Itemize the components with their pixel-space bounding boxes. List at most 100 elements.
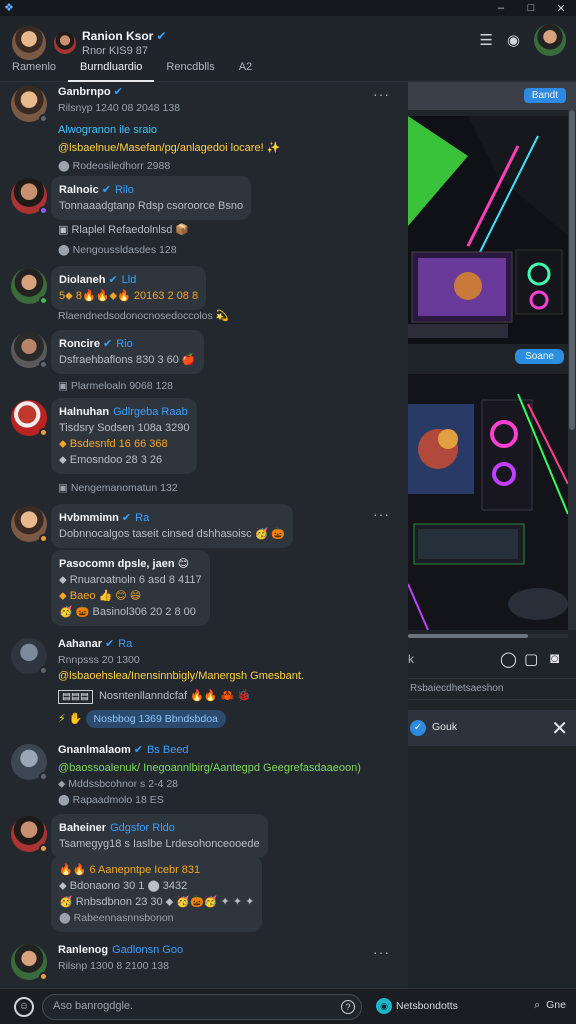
avatar[interactable] <box>11 178 48 215</box>
message-reaction[interactable]: ⬤ Nengoussldasdes 128 <box>58 242 189 258</box>
menu-icon[interactable]: ☰ <box>479 31 492 49</box>
chat-action-label: Gne <box>546 999 566 1011</box>
maximize-button[interactable]: □ <box>516 2 546 15</box>
header-user-name: Ranion Ksor <box>82 29 154 43</box>
message-author[interactable]: Ganbrnpo <box>58 86 111 98</box>
verified-icon: ✔ <box>101 184 111 196</box>
send-button[interactable]: ◉ Netsbondotts <box>376 998 458 1014</box>
message-author[interactable]: Hvbmmimn <box>59 512 119 524</box>
avatar[interactable] <box>11 638 48 675</box>
close-button[interactable]: ✕ <box>546 2 576 15</box>
channel-header: Ranion Ksor ✔ Rnor KIS9 87 ☰ ◉ Ramenlo Bu… <box>0 16 576 82</box>
message-attachment[interactable]: ▤▤▤ Nosntenllanndcfaf 🔥🔥 🦀 🐞 <box>58 688 304 704</box>
verified-icon: ✔ <box>156 29 167 43</box>
composer-bar: ☺ Aso banrogdgle. ? ◉ Netsbondotts ⌕ Gne <box>0 988 576 1024</box>
media-tool-label[interactable]: k <box>408 652 414 666</box>
title-bar: ❖ – □ ✕ <box>0 0 576 16</box>
message-text[interactable]: Alwogranon ile sraio <box>58 122 280 138</box>
message-reaction[interactable]: ⬤ Rodeosiledhorr 2988 <box>58 158 280 174</box>
message-attachment[interactable]: ▣ Plarmeloaln 9068 128 <box>58 378 173 394</box>
close-icon[interactable]: ✕ <box>551 716 568 741</box>
message-text: ⬥ Bsdesnfd 16 66 368 <box>59 438 168 450</box>
avatar[interactable] <box>11 816 48 853</box>
stop-icon[interactable]: ▢ <box>524 650 538 668</box>
channel-avatar[interactable] <box>12 26 46 60</box>
message-reaction[interactable]: ⬤ Rapaadmolo 18 ES <box>58 792 361 808</box>
avatar[interactable] <box>11 944 48 981</box>
verified-icon: ✔ <box>121 512 132 524</box>
role-tag: Lld <box>121 274 137 286</box>
avatar[interactable] <box>11 744 48 781</box>
media-image-bottom[interactable] <box>408 374 568 630</box>
media-toolbar: k ◯ ▢ ◙ <box>408 648 576 672</box>
message-author[interactable]: Ralnoic <box>59 184 99 196</box>
message-text: Tisdsry Sodsen 108a 3290 <box>59 422 190 434</box>
send-icon: ◉ <box>376 998 392 1014</box>
message-title: Pasocomn dpsle, jaen 😊 <box>59 558 190 570</box>
avatar[interactable] <box>11 268 48 305</box>
message-link[interactable]: @lsbaelnue/Masefan/pg/anlagedoi locare! … <box>58 140 280 156</box>
media-horizontal-scrollbar[interactable] <box>408 634 568 638</box>
camera-icon[interactable]: ◙ <box>550 650 559 667</box>
message-text: ⬥ Rnuaroatnoln 6 asd 8 4117 <box>59 574 202 586</box>
role-tag: Ra <box>118 638 133 650</box>
media-panel-header: Bandt <box>408 82 576 110</box>
info-icon[interactable]: ? <box>341 1000 355 1014</box>
message-author[interactable]: Gnanlmalaom <box>58 744 131 756</box>
header-user-handle: Rnor KIS9 87 <box>82 45 149 57</box>
more-options-icon[interactable]: ··· <box>373 944 390 960</box>
notice-bar: ✓ Gouk ✕ <box>408 710 576 746</box>
message-text: ⬥ Baeo 👍 😊 😄 <box>59 590 142 602</box>
message-author[interactable]: Roncire <box>59 338 100 350</box>
tab-1[interactable]: Burndluardio <box>68 58 155 82</box>
media-scrollbar[interactable] <box>568 110 576 630</box>
media-panel: Bandt Soane k ◯ ▢ ◙ Rsbaiecdhetsaeshon ✓… <box>408 82 576 988</box>
message-author[interactable]: Ranlenog <box>58 944 108 956</box>
tab-3[interactable]: A2 <box>227 58 264 82</box>
tab-0[interactable]: Ramenlo <box>0 58 68 82</box>
message-attachment[interactable]: ▣ Rlaplel Refaedolnlsd 📦 <box>58 222 189 238</box>
avatar[interactable] <box>11 86 48 123</box>
avatar[interactable] <box>11 400 48 437</box>
profile-avatar[interactable] <box>534 24 566 56</box>
message-input-placeholder: Aso banrogdgle. <box>53 1000 134 1012</box>
more-options-icon[interactable]: ··· <box>373 506 390 522</box>
user-avatar[interactable] <box>54 32 76 54</box>
role-tag: Rilo <box>114 184 134 196</box>
role-tag: Gadlonsn Goo <box>112 944 184 956</box>
message-chip[interactable]: Nosbbog 1369 Bbndsbdoa <box>85 710 226 728</box>
tab-2[interactable]: Rencdblls <box>154 58 226 82</box>
chat-panel[interactable]: Ganbrnpo ✔ Rilsnyp 1240 08 2048 138 Alwog… <box>0 82 408 988</box>
media-image-top[interactable] <box>408 116 568 344</box>
message-author[interactable]: Diolaneh <box>59 274 105 286</box>
search-icon: ⌕ <box>534 999 541 1011</box>
emoji-icon[interactable]: ☺ <box>14 997 34 1017</box>
message-input[interactable]: Aso banrogdgle. ? <box>42 994 362 1020</box>
header-user[interactable]: Ranion Ksor ✔ Rnor KIS9 87 <box>12 26 166 60</box>
message-author[interactable]: Aahanar <box>58 638 102 650</box>
message-link[interactable]: @baossoalenuk/ Inegoannlbirg/Aantegpd Ge… <box>58 760 361 776</box>
media-action-button[interactable]: Bandt <box>523 88 566 103</box>
message-link[interactable]: @lsbaoehslea/Inensinnbigly/Manergsh Gmes… <box>58 668 304 684</box>
record-icon[interactable]: ◯ <box>500 650 517 668</box>
attachment-name: Nosntenllanndcfaf 🔥🔥 🦀 🐞 <box>98 690 251 702</box>
verified-icon: ✔ <box>105 638 115 650</box>
media-search-input[interactable]: Rsbaiecdhetsaeshon <box>408 678 576 700</box>
avatar[interactable] <box>11 332 48 369</box>
avatar[interactable] <box>11 506 48 543</box>
message-author[interactable]: Baheiner <box>59 822 106 834</box>
message-meta: Rnnpsss 20 1300 <box>58 654 140 666</box>
minimize-button[interactable]: – <box>486 2 516 15</box>
check-icon: ✓ <box>410 720 426 736</box>
more-options-icon[interactable]: ··· <box>373 86 390 102</box>
message-reaction[interactable]: ⬤ Rabeennasnnsbonon <box>59 910 254 926</box>
message-attachment[interactable]: ▣ Nengemanomatun 132 <box>58 480 178 496</box>
record-icon[interactable]: ◉ <box>507 31 520 49</box>
role-tag: Gdgsfor Rldo <box>110 822 175 834</box>
message-text: Tonnaaadgtanp Rdsp csoroorce Bsno <box>59 200 244 212</box>
chat-action-button[interactable]: ⌕ Gne <box>534 999 566 1012</box>
role-tag: Gdlrgeba Raab <box>113 406 188 418</box>
media-badge[interactable]: Soane <box>515 349 564 364</box>
message-author[interactable]: Halnuhan <box>59 406 109 418</box>
message-text: Dobnnocalgos taseit cinsed dshhasoisc 🥳 … <box>59 528 286 540</box>
